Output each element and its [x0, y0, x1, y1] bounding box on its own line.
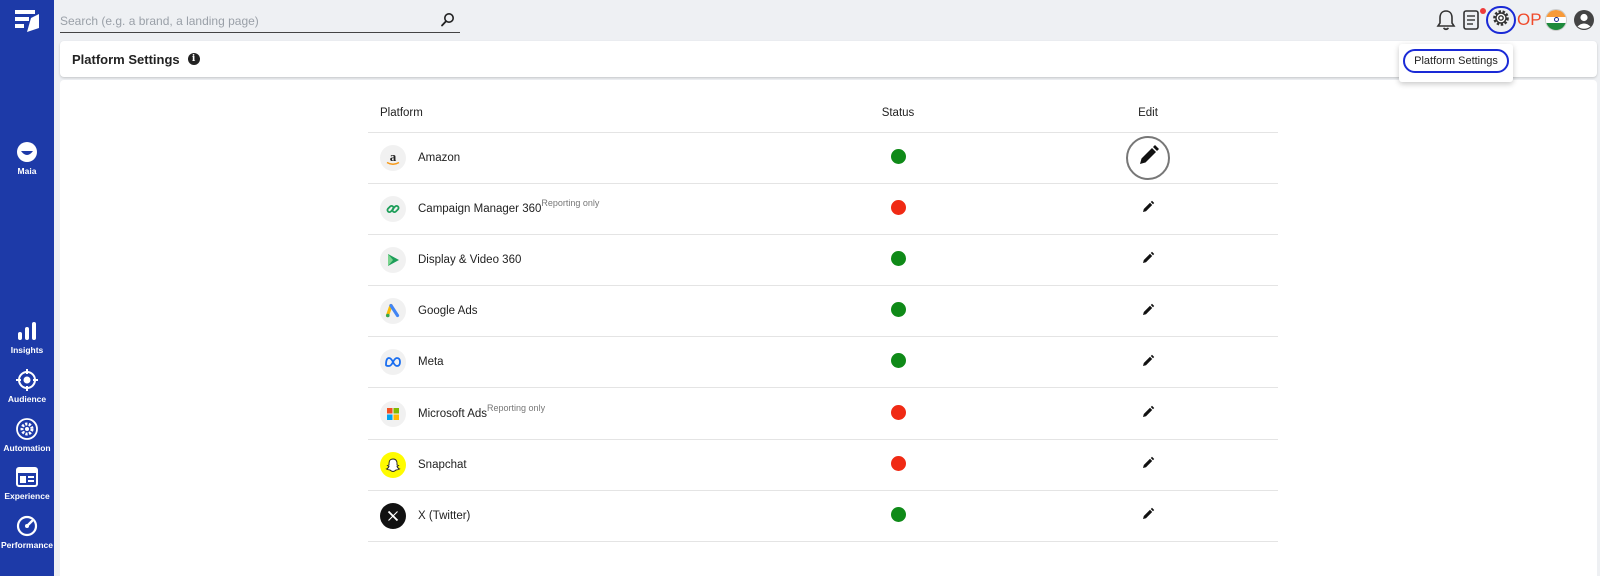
- column-header-status: Status: [778, 94, 1018, 133]
- sidebar-item-audience[interactable]: Audience: [0, 368, 54, 404]
- user-avatar-icon[interactable]: [1572, 8, 1596, 32]
- status-indicator: [890, 199, 906, 215]
- sidebar-item-maia[interactable]: Maia: [0, 140, 54, 176]
- app-logo[interactable]: [15, 10, 39, 32]
- browser-window-icon: [15, 465, 39, 489]
- target-icon: [15, 368, 39, 392]
- display-video-icon: [380, 246, 406, 273]
- table-row: X (Twitter): [368, 490, 1278, 543]
- sidebar-item-label: Maia: [17, 166, 37, 176]
- amazon-icon: a: [380, 144, 406, 171]
- pencil-icon: [1141, 354, 1155, 371]
- campaign-manager-icon: [380, 195, 406, 222]
- snapchat-icon: [380, 451, 406, 478]
- main-content: Platform Status Edit a Amazon Campaign M…: [60, 80, 1597, 576]
- status-indicator: [890, 455, 906, 471]
- sidebar-item-insights[interactable]: Insights: [0, 319, 54, 355]
- platform-note: Reporting only: [487, 402, 546, 413]
- sidebar-item-label: Automation: [3, 443, 51, 453]
- settings-dropdown: Platform Settings: [1399, 44, 1513, 82]
- pencil-icon: [1141, 200, 1155, 217]
- platform-name: Amazon: [418, 151, 461, 164]
- status-indicator: [890, 353, 906, 369]
- x-twitter-icon: [380, 502, 406, 529]
- table-row: Display & Video 360: [368, 234, 1278, 287]
- maia-icon: [15, 140, 39, 164]
- edit-button[interactable]: [1137, 505, 1159, 527]
- sidebar-item-label: Audience: [7, 394, 47, 404]
- column-header-platform: Platform: [368, 94, 778, 133]
- platform-table: Platform Status Edit a Amazon Campaign M…: [368, 94, 1278, 543]
- platform-name: Display & Video 360: [418, 253, 522, 266]
- sidebar-item-label: Performance: [1, 540, 53, 550]
- status-indicator: [890, 302, 906, 318]
- pencil-icon: [1141, 303, 1155, 320]
- status-indicator: [890, 404, 906, 420]
- gear-icon: [1491, 8, 1511, 33]
- pencil-icon: [1135, 143, 1161, 172]
- platform-note: Reporting only: [541, 197, 600, 208]
- status-indicator: [890, 506, 906, 522]
- settings-button[interactable]: [1486, 6, 1516, 34]
- edit-button[interactable]: [1137, 198, 1159, 220]
- search-input[interactable]: [60, 13, 430, 28]
- edit-button[interactable]: [1137, 403, 1159, 425]
- microsoft-icon: [380, 400, 406, 427]
- column-header-edit: Edit: [1018, 94, 1278, 133]
- page-title: Platform Settings: [72, 51, 180, 67]
- pencil-icon: [1141, 405, 1155, 422]
- sidebar-item-performance[interactable]: Performance: [0, 514, 54, 550]
- bar-chart-icon: [15, 319, 39, 343]
- edit-button[interactable]: [1137, 300, 1159, 322]
- gear-badge-icon: [15, 417, 39, 441]
- platform-name: Microsoft Ads: [418, 407, 488, 420]
- sidebar-item-automation[interactable]: Automation: [0, 417, 54, 453]
- info-icon[interactable]: i: [187, 53, 200, 65]
- sidebar-item-label: Experience: [4, 491, 50, 501]
- dropdown-item-platform-settings[interactable]: Platform Settings: [1403, 49, 1509, 73]
- sidebar-item-experience[interactable]: Experience: [0, 465, 54, 501]
- table-row: Google Ads: [368, 285, 1278, 338]
- platform-name: Meta: [418, 356, 444, 369]
- meta-icon: [380, 349, 406, 376]
- table-row: Microsoft Ads Reporting only: [368, 387, 1278, 440]
- gauge-icon: [15, 514, 39, 538]
- sidebar-item-label: Insights: [10, 345, 44, 355]
- table-row: a Amazon: [368, 132, 1278, 184]
- pencil-icon: [1141, 507, 1155, 524]
- platform-name: Snapchat: [418, 458, 467, 471]
- table-row: Snapchat: [368, 439, 1278, 491]
- search-bar: [60, 9, 460, 33]
- edit-button[interactable]: [1126, 135, 1170, 180]
- platform-name: Google Ads: [418, 305, 478, 318]
- edit-button[interactable]: [1137, 249, 1159, 271]
- bell-icon[interactable]: [1434, 8, 1458, 32]
- india-flag-icon[interactable]: [1545, 9, 1567, 31]
- user-initials[interactable]: OP: [1517, 10, 1542, 30]
- platform-name: X (Twitter): [418, 509, 471, 522]
- page-header: Platform Settings i: [60, 41, 1597, 77]
- table-row: Campaign Manager 360 Reporting only: [368, 183, 1278, 235]
- pencil-icon: [1141, 456, 1155, 473]
- status-indicator: [890, 250, 906, 266]
- sidebar: Maia Insights Audience Automation Experi…: [0, 0, 54, 576]
- svg-text:a: a: [390, 149, 397, 164]
- platform-name: Campaign Manager 360: [418, 202, 542, 215]
- notification-dot: [1480, 8, 1486, 14]
- status-indicator: [890, 148, 906, 164]
- google-ads-icon: [380, 298, 406, 325]
- edit-button[interactable]: [1137, 351, 1159, 373]
- pencil-icon: [1141, 251, 1155, 268]
- table-row: Meta: [368, 336, 1278, 389]
- search-icon[interactable]: [440, 12, 456, 28]
- edit-button[interactable]: [1137, 454, 1159, 476]
